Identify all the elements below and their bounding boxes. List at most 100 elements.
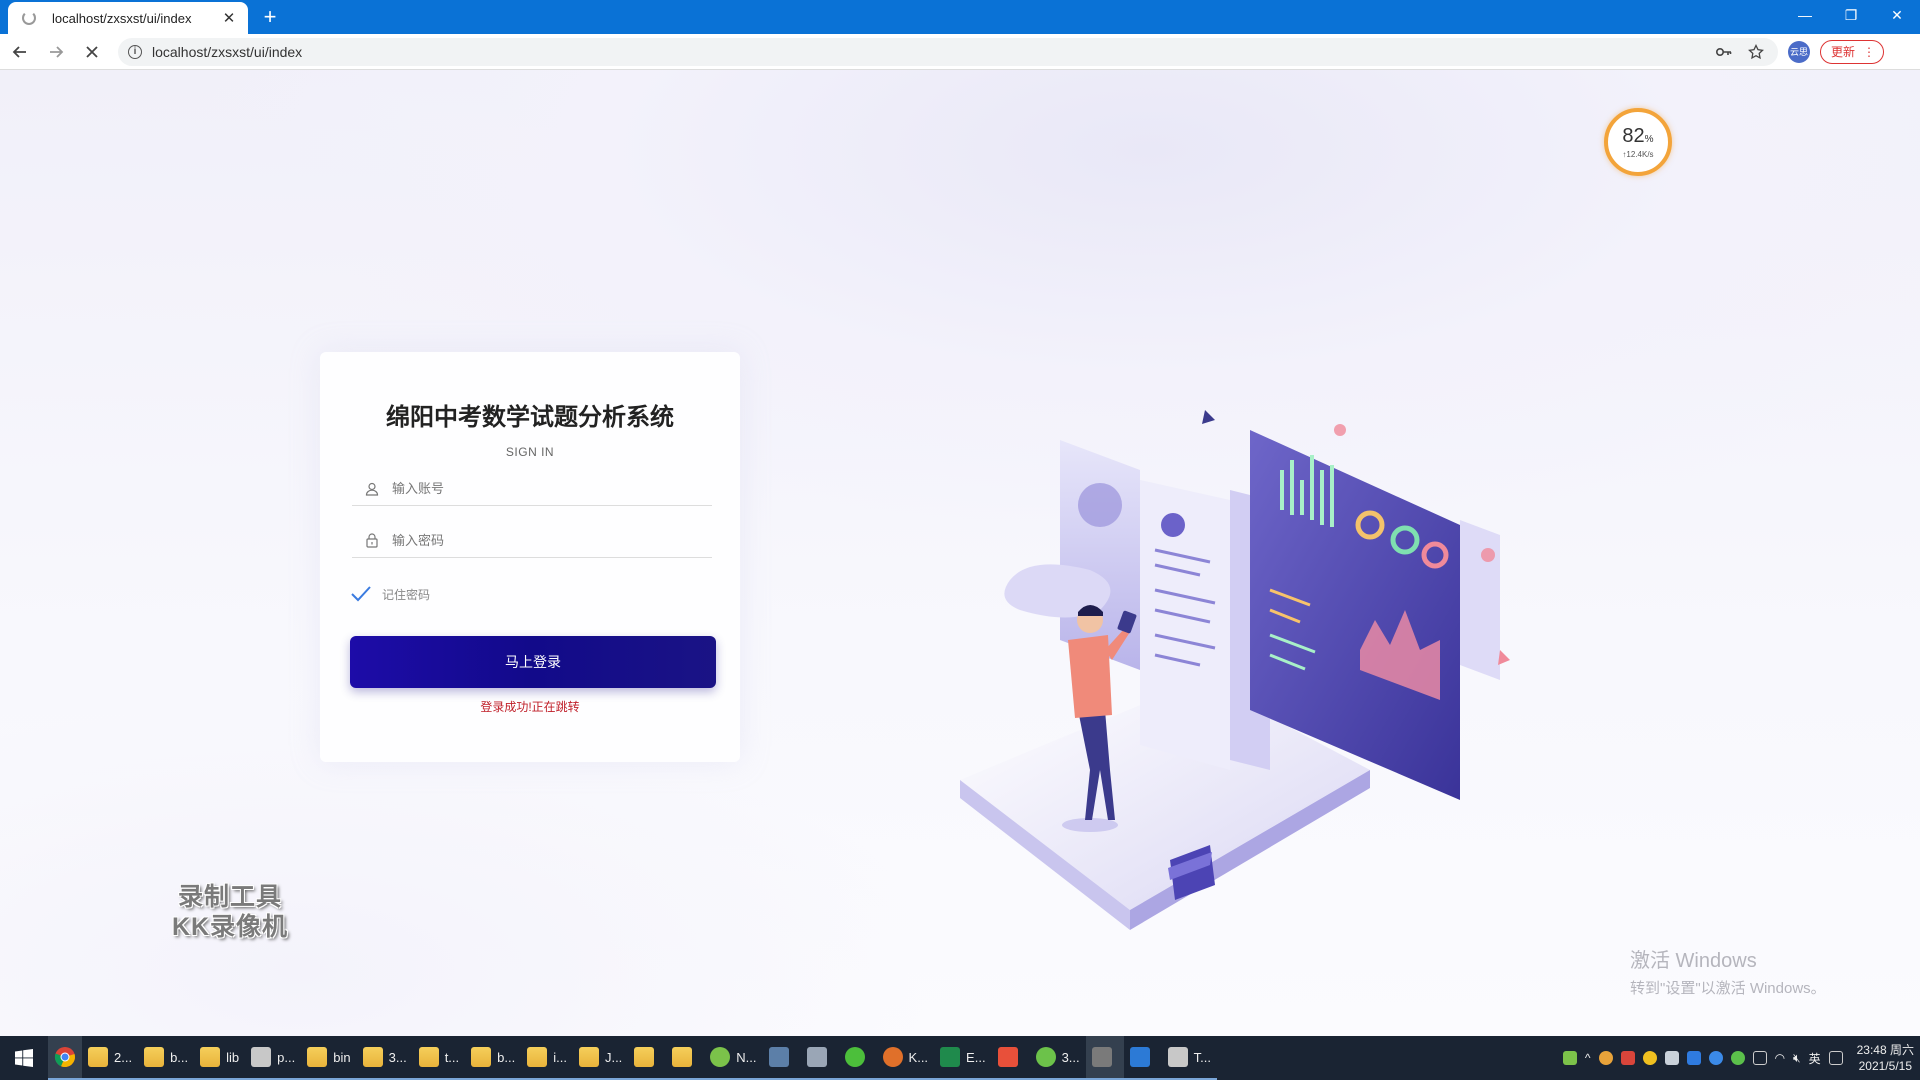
browser-360-icon (1035, 1047, 1056, 1067)
remember-label: 记住密码 (382, 587, 431, 602)
taskbar-item[interactable]: K... (876, 1036, 935, 1080)
wechat-tray-icon[interactable] (1730, 1051, 1745, 1065)
tab-title: localhost/zxsxst/ui/index (52, 10, 192, 26)
site-info-icon[interactable]: i (128, 44, 142, 59)
stop-loading-button[interactable] (76, 36, 108, 68)
taskbar-item[interactable] (762, 1036, 801, 1080)
taskbar-item[interactable]: t... (412, 1036, 466, 1080)
tray-app-icon[interactable] (1708, 1051, 1723, 1065)
taskbar-item-label: lib (226, 1049, 240, 1065)
taskbar-item[interactable]: bin (301, 1036, 357, 1080)
login-card: 绵阳中考数学试题分析系统 SIGN IN 记住密码 马上登录 登录成功!正在跳转 (320, 352, 740, 762)
restore-button[interactable]: ❐ (1828, 0, 1874, 30)
taskbar-item[interactable]: b... (465, 1036, 522, 1080)
chevron-up-icon[interactable]: ^ (1585, 1051, 1591, 1065)
taskbar-item-label: T... (1193, 1049, 1211, 1065)
lock-icon (352, 533, 392, 548)
taskbar-item[interactable] (800, 1036, 839, 1080)
update-label: 更新 (1831, 45, 1856, 59)
calculator-icon (768, 1047, 789, 1067)
taskbar-item[interactable]: lib (194, 1036, 246, 1080)
taskbar-item[interactable]: J... (572, 1036, 629, 1080)
network-speed-widget[interactable]: 82% ↑12.4K/s (1604, 108, 1672, 176)
taskbar-item[interactable] (628, 1036, 667, 1080)
folder-icon (578, 1047, 599, 1067)
minimize-button[interactable]: — (1782, 0, 1828, 30)
tray-app-icon[interactable] (1620, 1051, 1635, 1065)
recorder-watermark: 录制工具 KK录像机 (160, 882, 300, 942)
speed-percent: 82% (1622, 126, 1653, 150)
omnibox[interactable]: i localhost/zxsxst/ui/index (118, 37, 1778, 66)
taskbar-item[interactable]: E... (934, 1036, 992, 1080)
taskbar-item[interactable]: b... (138, 1036, 195, 1080)
checkmark-icon[interactable] (350, 585, 372, 603)
taskbar-item-label: K... (908, 1049, 929, 1065)
profile-avatar[interactable]: 云思 (1788, 40, 1810, 63)
tray-app-icon[interactable] (1664, 1051, 1679, 1065)
taskbar-item[interactable]: p... (245, 1036, 302, 1080)
recorder-icon (882, 1047, 903, 1067)
taskbar-item[interactable] (991, 1036, 1030, 1080)
media-icon (997, 1047, 1018, 1067)
login-button[interactable]: 马上登录 (350, 636, 716, 688)
address-bar-row: i localhost/zxsxst/ui/index 云思 更新 ⋮ (0, 34, 1920, 70)
close-window-button[interactable]: ✕ (1874, 0, 1920, 30)
folder-icon (527, 1047, 548, 1067)
remember-password[interactable]: 记住密码 (350, 585, 430, 603)
browser-tab-strip: localhost/zxsxst/ui/index ✕ + — ❐ ✕ (0, 0, 1920, 34)
battery-icon[interactable] (1562, 1051, 1577, 1065)
link-icon (806, 1047, 827, 1067)
taskbar-item[interactable] (1085, 1036, 1124, 1080)
url-text[interactable]: localhost/zxsxst/ui/index (152, 44, 1704, 60)
taskbar-item[interactable] (666, 1036, 705, 1080)
vscode-icon (1129, 1047, 1150, 1067)
network-icon[interactable] (1752, 1051, 1767, 1065)
back-arrow-icon (12, 45, 26, 58)
new-tab-button[interactable]: + (258, 6, 282, 30)
wechat-icon (844, 1047, 865, 1067)
password-input[interactable] (392, 533, 712, 548)
forward-button[interactable] (40, 36, 72, 68)
clock[interactable]: 23:48 周六 2021/5/15 (1857, 1042, 1914, 1074)
close-tab-icon[interactable]: ✕ (220, 9, 238, 27)
taskbar-item-label: bin (333, 1049, 351, 1065)
taskbar-item[interactable]: N... (704, 1036, 763, 1080)
update-button[interactable]: 更新 ⋮ (1820, 39, 1885, 64)
back-button[interactable] (4, 36, 36, 68)
speed-rate: ↑12.4K/s (1622, 149, 1654, 159)
taskbar-chrome[interactable] (48, 1036, 82, 1080)
start-button[interactable] (0, 1036, 48, 1080)
password-field (352, 524, 712, 558)
notepad-icon (710, 1047, 731, 1067)
chrome-icon (54, 1047, 75, 1068)
taskbar-item[interactable] (1123, 1036, 1162, 1080)
tray-app-icon[interactable] (1598, 1051, 1613, 1065)
folder-icon (672, 1047, 693, 1067)
taskbar-item[interactable] (838, 1036, 877, 1080)
app-icon (251, 1047, 272, 1067)
loading-spinner-icon (22, 11, 36, 25)
taskbar-item-label: t... (444, 1049, 460, 1065)
taskbar-item[interactable]: 2... (82, 1036, 139, 1080)
taskbar-item[interactable]: 3... (356, 1036, 413, 1080)
user-icon (352, 482, 392, 496)
ime-indicator[interactable]: 英 (1809, 1050, 1821, 1067)
taskbar-item[interactable]: T... (1161, 1036, 1217, 1080)
folder-icon (307, 1047, 328, 1067)
volume-muted-icon[interactable]: 🔇︎ (1793, 1051, 1801, 1066)
speed-percent-value: 82 (1622, 124, 1645, 147)
bookmark-star-icon[interactable] (1744, 40, 1768, 64)
login-subtitle: SIGN IN (505, 445, 555, 459)
browser-tab[interactable]: localhost/zxsxst/ui/index ✕ (8, 2, 248, 34)
taskbar-item[interactable]: i... (521, 1036, 573, 1080)
account-input[interactable] (392, 481, 712, 496)
watermark-line-1: 录制工具 (177, 883, 282, 911)
keyboard-icon[interactable] (1828, 1051, 1843, 1065)
key-icon[interactable] (1712, 40, 1736, 64)
tray-app-icon[interactable] (1642, 1051, 1657, 1065)
taskbar-item-label: 2... (114, 1049, 133, 1065)
tray-app-icon[interactable] (1686, 1051, 1701, 1065)
taskbar-item[interactable]: 3... (1029, 1036, 1086, 1080)
wifi-icon[interactable]: ◠ (1775, 1051, 1785, 1065)
taskbar-item-label: 3... (1061, 1049, 1080, 1065)
